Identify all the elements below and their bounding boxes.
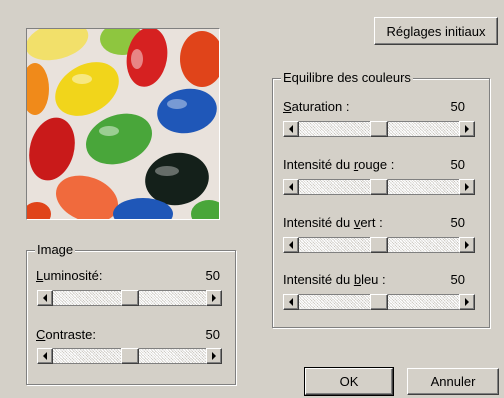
ok-label: OK (339, 374, 359, 389)
reset-defaults-label: Réglages initiaux (386, 23, 486, 39)
green-intensity-decrease-button[interactable] (283, 237, 299, 253)
blue-intensity-slider[interactable] (283, 294, 475, 310)
color-balance-group-title: Equilibre des couleurs (281, 70, 413, 85)
red-intensity-slider-thumb[interactable] (370, 179, 388, 195)
blue-intensity-decrease-button[interactable] (283, 294, 299, 310)
right-arrow-icon (465, 241, 469, 249)
left-arrow-icon (43, 352, 47, 360)
right-arrow-icon (465, 125, 469, 133)
saturation-label: Saturation : (283, 99, 350, 114)
saturation-slider[interactable] (283, 121, 475, 137)
contrast-slider[interactable] (37, 348, 222, 364)
left-arrow-icon (289, 241, 293, 249)
green-intensity-increase-button[interactable] (459, 237, 475, 253)
green-intensity-value: 50 (450, 215, 465, 230)
red-intensity-decrease-button[interactable] (283, 179, 299, 195)
blue-intensity-slider-thumb[interactable] (370, 294, 388, 310)
contrast-label: Contraste: (36, 327, 96, 342)
red-intensity-increase-button[interactable] (459, 179, 475, 195)
left-arrow-icon (289, 183, 293, 191)
blue-intensity-label: Intensité du bleu : (283, 272, 386, 287)
brightness-label: Luminosité: (36, 268, 103, 283)
saturation-slider-thumb[interactable] (370, 121, 388, 137)
saturation-value: 50 (450, 99, 465, 114)
contrast-increase-button[interactable] (206, 348, 222, 364)
red-intensity-value: 50 (450, 157, 465, 172)
brightness-increase-button[interactable] (206, 290, 222, 306)
left-arrow-icon (289, 125, 293, 133)
color-balance-group: Equilibre des couleurs (272, 70, 490, 328)
right-arrow-icon (212, 352, 216, 360)
left-arrow-icon (43, 294, 47, 302)
preview-image (26, 28, 220, 220)
brightness-slider-thumb[interactable] (120, 290, 139, 306)
green-intensity-slider[interactable] (283, 237, 475, 253)
image-group-title: Image (35, 242, 76, 257)
contrast-slider-thumb[interactable] (120, 348, 139, 364)
reset-defaults-button[interactable]: Réglages initiaux (374, 17, 498, 45)
green-intensity-label: Intensité du vert : (283, 215, 383, 230)
green-intensity-slider-thumb[interactable] (370, 237, 388, 253)
blue-intensity-value: 50 (450, 272, 465, 287)
right-arrow-icon (465, 183, 469, 191)
contrast-value: 50 (205, 327, 220, 342)
contrast-decrease-button[interactable] (37, 348, 53, 364)
red-intensity-slider[interactable] (283, 179, 475, 195)
cancel-button[interactable]: Annuler (407, 368, 499, 395)
brightness-decrease-button[interactable] (37, 290, 53, 306)
blue-intensity-increase-button[interactable] (459, 294, 475, 310)
brightness-slider[interactable] (37, 290, 222, 306)
jelly-beans-image (27, 29, 219, 219)
right-arrow-icon (465, 298, 469, 306)
saturation-increase-button[interactable] (459, 121, 475, 137)
red-intensity-label: Intensité du rouge : (283, 157, 395, 172)
saturation-decrease-button[interactable] (283, 121, 299, 137)
right-arrow-icon (212, 294, 216, 302)
left-arrow-icon (289, 298, 293, 306)
brightness-value: 50 (205, 268, 220, 283)
ok-button[interactable]: OK (304, 367, 394, 396)
cancel-label: Annuler (430, 374, 476, 389)
